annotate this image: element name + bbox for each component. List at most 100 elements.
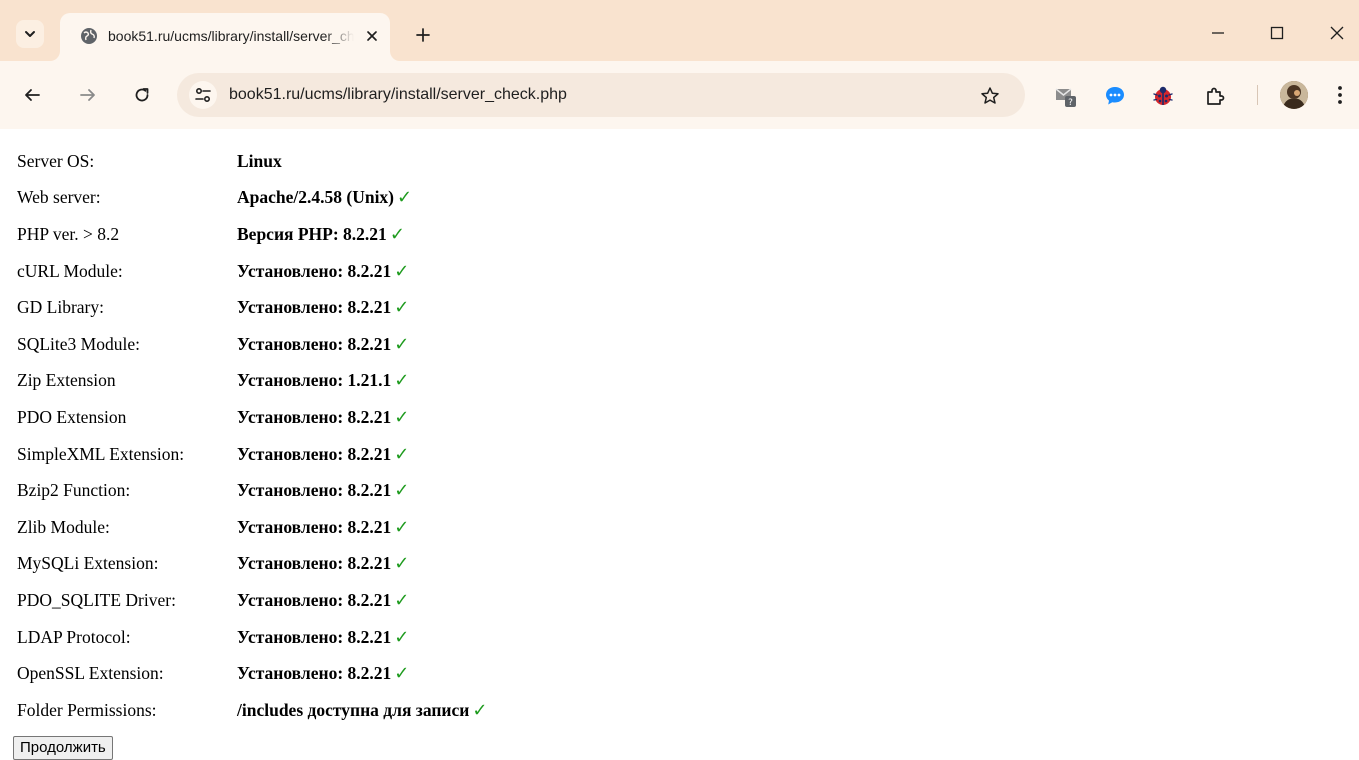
check-row: Zip Extension Установлено: 1.21.1 ✓ [17, 363, 487, 400]
extensions-puzzle-icon [1207, 87, 1225, 105]
bookmark-button[interactable] [978, 84, 1002, 108]
check-value-cell: Установлено: 8.2.21 ✓ [237, 546, 487, 583]
check-value: Установлено: 8.2.21 [237, 260, 392, 281]
mail-checker-icon: ? [1055, 88, 1076, 108]
maximize-icon [1270, 26, 1284, 40]
checkmark-icon: ✓ [394, 406, 410, 428]
check-label: cURL Module: [17, 260, 123, 281]
back-button[interactable] [18, 81, 46, 109]
new-tab-button[interactable] [410, 22, 436, 48]
check-value: Установлено: 8.2.21 [237, 516, 392, 537]
check-value-cell: Установлено: 8.2.21 ✓ [237, 582, 487, 619]
check-value: Установлено: 8.2.21 [237, 553, 392, 574]
check-row: SQLite3 Module: Установлено: 8.2.21 ✓ [17, 326, 487, 363]
check-value-cell: Установлено: 8.2.21 ✓ [237, 619, 487, 656]
check-value-cell: Установлено: 8.2.21 ✓ [237, 289, 487, 326]
profile-picture-icon [1280, 81, 1308, 109]
check-value: Установлено: 8.2.21 [237, 663, 392, 684]
checkmark-icon: ✓ [397, 187, 413, 209]
tab-close-button[interactable] [362, 26, 382, 46]
minimize-button[interactable] [1203, 18, 1233, 48]
check-label: SQLite3 Module: [17, 333, 140, 354]
check-value: Установлено: 8.2.21 [237, 297, 392, 318]
close-icon [1330, 26, 1344, 40]
check-row: Bzip2 Function: Установлено: 8.2.21 ✓ [17, 472, 487, 509]
url-text[interactable]: book51.ru/ucms/library/install/server_ch… [229, 85, 567, 105]
check-row: PDO Extension Установлено: 8.2.21 ✓ [17, 399, 487, 436]
check-value-cell: Установлено: 8.2.21 ✓ [237, 253, 487, 290]
arrow-right-icon [80, 89, 95, 101]
forward-button[interactable] [74, 81, 102, 109]
check-row: PHP ver. > 8.2 Версия PHP: 8.2.21 ✓ [17, 216, 487, 253]
check-value-cell: Установлено: 1.21.1 ✓ [237, 363, 487, 400]
svg-text:?: ? [1068, 98, 1073, 108]
check-row: PDO_SQLITE Driver: Установлено: 8.2.21 ✓ [17, 582, 487, 619]
more-vertical-icon [1338, 86, 1342, 104]
check-label: OpenSSL Extension: [17, 663, 164, 684]
checkmark-icon: ✓ [472, 699, 488, 721]
check-value-cell: Установлено: 8.2.21 ✓ [237, 436, 487, 473]
check-value: Linux [237, 150, 282, 171]
check-row: OpenSSL Extension: Установлено: 8.2.21 ✓ [17, 655, 487, 692]
browser-toolbar: book51.ru/ucms/library/install/server_ch… [0, 61, 1359, 129]
checkmark-icon: ✓ [394, 626, 410, 648]
continue-button[interactable]: Продолжить [13, 736, 113, 760]
check-value: Установлено: 8.2.21 [237, 589, 392, 610]
address-bar[interactable]: book51.ru/ucms/library/install/server_ch… [177, 73, 1025, 117]
check-label: GD Library: [17, 297, 104, 318]
checkmark-icon: ✓ [394, 333, 410, 355]
browser-menu-button[interactable] [1330, 81, 1350, 109]
arrow-left-icon [25, 89, 40, 101]
toolbar-separator [1257, 85, 1258, 105]
check-value-cell: Apache/2.4.58 (Unix) ✓ [237, 180, 487, 217]
checkmark-icon: ✓ [394, 480, 410, 502]
ladybug-extension[interactable] [1150, 83, 1176, 109]
check-value-cell: Установлено: 8.2.21 ✓ [237, 472, 487, 509]
checkmark-icon: ✓ [394, 260, 410, 282]
check-value-cell: Установлено: 8.2.21 ✓ [237, 655, 487, 692]
star-icon [981, 87, 999, 104]
active-tab[interactable]: book51.ru/ucms/library/install/server_ch… [60, 13, 390, 61]
site-info-button[interactable] [189, 81, 217, 109]
check-label: Zlib Module: [17, 516, 110, 537]
chat-bubble-icon [1106, 87, 1124, 105]
check-value: Установлено: 8.2.21 [237, 626, 392, 647]
checkmark-icon: ✓ [394, 297, 410, 319]
tab-title: book51.ru/ucms/library/install/server_ch… [108, 28, 354, 44]
check-label: Web server: [17, 187, 101, 208]
tune-icon [195, 87, 211, 103]
chat-extension[interactable] [1102, 83, 1128, 109]
check-value-cell: Linux [237, 143, 487, 180]
check-label: PDO_SQLITE Driver: [17, 589, 176, 610]
server-check-rows: Server OS: Linux Web server: Apache/2.4.58 … [17, 143, 487, 729]
check-label: Server OS: [17, 150, 95, 171]
reload-icon [135, 88, 149, 102]
page-content: Server OS: Linux Web server: Apache/2.4.58 … [0, 129, 1359, 760]
globe-icon [81, 28, 97, 44]
check-row: GD Library: Установлено: 8.2.21 ✓ [17, 289, 487, 326]
check-value-cell: Установлено: 8.2.21 ✓ [237, 509, 487, 546]
ladybug-icon [1153, 86, 1173, 105]
window-close-button[interactable] [1322, 18, 1352, 48]
maximize-button[interactable] [1262, 18, 1292, 48]
extensions-button[interactable] [1202, 83, 1228, 109]
mail-checker-extension[interactable]: ? [1053, 83, 1079, 109]
check-value: Установлено: 8.2.21 [237, 406, 392, 427]
check-value-cell: Установлено: 8.2.21 ✓ [237, 326, 487, 363]
check-label: Zip Extension [17, 370, 116, 391]
check-row: MySQLi Extension: Установлено: 8.2.21 ✓ [17, 546, 487, 583]
checkmark-icon: ✓ [394, 370, 410, 392]
check-label: Folder Permissions: [17, 699, 157, 720]
close-icon [367, 31, 377, 41]
profile-avatar[interactable] [1280, 81, 1308, 109]
reload-button[interactable] [128, 81, 156, 109]
checkmark-icon: ✓ [394, 663, 410, 685]
check-row: Web server: Apache/2.4.58 (Unix) ✓ [17, 180, 487, 217]
chevron-down-icon [25, 31, 35, 37]
tab-search-button[interactable] [16, 20, 44, 48]
check-value: Установлено: 8.2.21 [237, 480, 392, 501]
checkmark-icon: ✓ [394, 443, 410, 465]
check-label: SimpleXML Extension: [17, 443, 185, 464]
check-value-cell: /includes доступна для записи ✓ [237, 692, 487, 729]
check-value-cell: Установлено: 8.2.21 ✓ [237, 399, 487, 436]
